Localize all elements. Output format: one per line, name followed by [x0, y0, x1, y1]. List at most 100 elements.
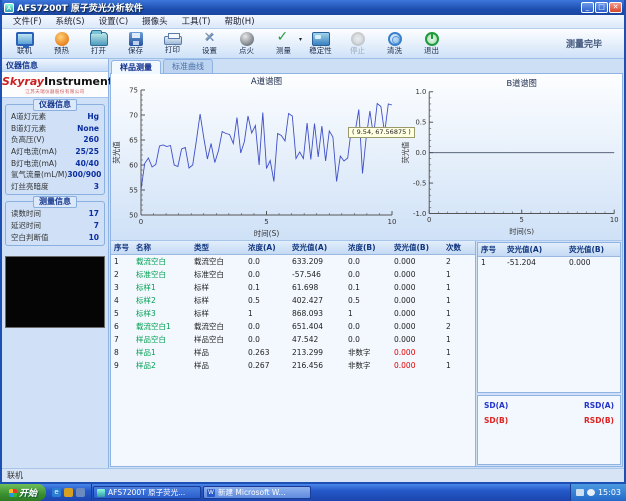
field-row: 灯丝亮暗度3	[9, 181, 101, 193]
sample-cell: 633.209	[289, 255, 345, 269]
sample-cell: 0.0	[245, 333, 289, 346]
menu-item-2[interactable]: 设置(C)	[92, 15, 136, 29]
toolbar-button-stability[interactable]: 稳定性	[302, 30, 339, 57]
tray-volume-icon[interactable]	[587, 489, 595, 496]
sample-col-header: 类型	[191, 241, 245, 255]
tab-1[interactable]: 标准曲线	[163, 59, 213, 73]
minimize-button[interactable]: _	[581, 2, 594, 13]
toolbar-label-online: 联机	[17, 47, 32, 55]
logo-brand-red: Skyray	[2, 75, 44, 88]
toolbar-button-online[interactable]: 联机	[6, 30, 43, 57]
sample-col-header: 名称	[133, 241, 191, 255]
main-area: 样品测量标准曲线 A道谱图5055606570750510时间(S)荧光值 B道…	[109, 59, 624, 468]
field-value: 10	[89, 233, 99, 242]
field-label: A灯电流(mA)	[11, 146, 57, 157]
field-label: B道灯元素	[11, 123, 46, 134]
menu-item-1[interactable]: 系统(S)	[49, 15, 92, 29]
sample-cell: 0.000	[391, 294, 443, 307]
close-button[interactable]: ✕	[609, 2, 622, 13]
result-col-header: 序号	[478, 243, 504, 257]
svg-text:1.0: 1.0	[415, 88, 426, 96]
groupbox-legend-0: 仪器信息	[33, 99, 77, 111]
toolbar-button-clean[interactable]: 清洗	[376, 30, 413, 57]
toolbar: 联机 预热打开保存打印设置点火测量▾稳定性停止 清洗退出 测量完毕	[2, 29, 624, 59]
taskbar-item-afs7200t[interactable]: AFS7200T 原子荧光...	[93, 486, 201, 499]
tab-0[interactable]: 样品测量	[111, 60, 161, 74]
sample-cell: 6	[111, 320, 133, 333]
result-table: 序号荧光值(A)荧光值(B) 1-51.2040.000	[477, 242, 621, 393]
svg-text:70: 70	[129, 112, 138, 120]
toolbar-button-print[interactable]: 打印	[154, 30, 191, 57]
sample-row[interactable]: 9样品2样品0.267216.456非数字0.0001	[111, 359, 476, 372]
menu-item-5[interactable]: 帮助(H)	[217, 15, 261, 29]
sample-cell: 0.000	[391, 320, 443, 333]
start-button[interactable]: 开始	[0, 484, 46, 501]
sample-row[interactable]: 2标准空白标准空白0.0-57.5460.00.0001	[111, 268, 476, 281]
toolbar-button-stop: 停止	[339, 30, 376, 57]
toolbar-button-measure[interactable]: 测量▾	[265, 30, 302, 57]
svg-text:0.5: 0.5	[415, 119, 426, 127]
chart-a-spectrum[interactable]: A道谱图5055606570750510时间(S)荧光值	[111, 74, 400, 241]
maximize-button[interactable]: □	[595, 2, 608, 13]
toolbar-label-exit: 退出	[424, 47, 439, 55]
left-panel-header: 仪器信息	[2, 59, 108, 72]
sample-cell: 载流空白	[191, 255, 245, 269]
sample-cell: 样品1	[133, 346, 191, 359]
result-table-header: 序号荧光值(A)荧光值(B)	[478, 243, 621, 257]
sample-cell: 868.093	[289, 307, 345, 320]
tray-device-icon[interactable]	[576, 489, 584, 496]
sample-cell: 5	[111, 307, 133, 320]
clean-icon	[388, 32, 402, 46]
toolbar-button-ignite[interactable]: 点火	[228, 30, 265, 57]
field-row: 氩气流量(mL/M)300/900	[9, 169, 101, 181]
sidebar-groups: 仪器信息A道灯元素HgB道灯元素None负高压(V)260A灯电流(mA)25/…	[2, 98, 108, 248]
stability-icon	[312, 32, 330, 46]
sample-cell: 0.267	[245, 359, 289, 372]
sample-col-header: 荧光值(B)	[391, 241, 443, 255]
svg-text:时间(S): 时间(S)	[254, 228, 280, 238]
svg-text:55: 55	[129, 187, 138, 195]
toolbar-label-stop: 停止	[350, 47, 365, 55]
toolbar-button-preheat[interactable]: 预热	[43, 30, 80, 57]
sample-row[interactable]: 4标样2标样0.5402.4270.50.0001	[111, 294, 476, 307]
sample-row[interactable]: 1载流空白载流空白0.0633.2090.00.0002	[111, 255, 476, 269]
sample-cell: 标准空白	[191, 268, 245, 281]
svg-text:0: 0	[139, 218, 143, 226]
sample-col-header: 次数	[443, 241, 476, 255]
menu-item-4[interactable]: 工具(T)	[175, 15, 218, 29]
sample-cell: 标样2	[133, 294, 191, 307]
desktop-quick-icon[interactable]	[76, 488, 85, 497]
measure-status-text: 测量完毕	[566, 37, 602, 50]
sample-cell: 标样	[191, 307, 245, 320]
sample-cell: 标样1	[133, 281, 191, 294]
sample-cell: 载流空白	[133, 255, 191, 269]
sample-row[interactable]: 6载流空白1载流空白0.0651.4040.00.0002	[111, 320, 476, 333]
sample-cell: 0.000	[391, 268, 443, 281]
result-row[interactable]: 1-51.2040.000	[478, 257, 621, 269]
sample-row[interactable]: 8样品1样品0.263213.299非数字0.0001	[111, 346, 476, 359]
right-panel: 序号荧光值(A)荧光值(B) 1-51.2040.000 SD(A) RSD(A…	[476, 241, 622, 466]
toolbar-button-exit[interactable]: 退出	[413, 30, 450, 57]
sample-cell: 标样3	[133, 307, 191, 320]
taskbar-item-word-doc[interactable]: W 新建 Microsoft W...	[203, 486, 311, 499]
toolbar-button-save[interactable]: 保存	[117, 30, 154, 57]
toolbar-button-settings[interactable]: 设置	[191, 30, 228, 57]
windows-logo-icon	[9, 489, 17, 497]
menu-item-3[interactable]: 摄像头	[135, 15, 175, 29]
sample-col-header: 浓度(B)	[345, 241, 391, 255]
menu-item-0[interactable]: 文件(F)	[6, 15, 49, 29]
svg-text:10: 10	[388, 218, 397, 226]
sample-row[interactable]: 3标样1标样0.161.6980.10.0001	[111, 281, 476, 294]
sample-cell: 标准空白	[133, 268, 191, 281]
sample-row[interactable]: 7样品空白样品空白0.047.5420.00.0001	[111, 333, 476, 346]
ignite-icon	[240, 32, 254, 46]
ie-icon[interactable]: e	[52, 488, 61, 497]
chart-b-spectrum[interactable]: B道谱图-1.0-0.50.00.51.00510时间(S)荧光值	[400, 74, 622, 241]
result-cell: 0.000	[566, 257, 621, 269]
sample-cell: 216.456	[289, 359, 345, 372]
groupbox-1: 测量信息读数时间17延迟时间7空白判断值10	[5, 201, 105, 246]
toolbar-button-open[interactable]: 打开	[80, 30, 117, 57]
folder-quick-icon[interactable]	[64, 488, 73, 497]
sample-cell: 1	[443, 268, 476, 281]
sample-row[interactable]: 5标样3标样1868.09310.0001	[111, 307, 476, 320]
